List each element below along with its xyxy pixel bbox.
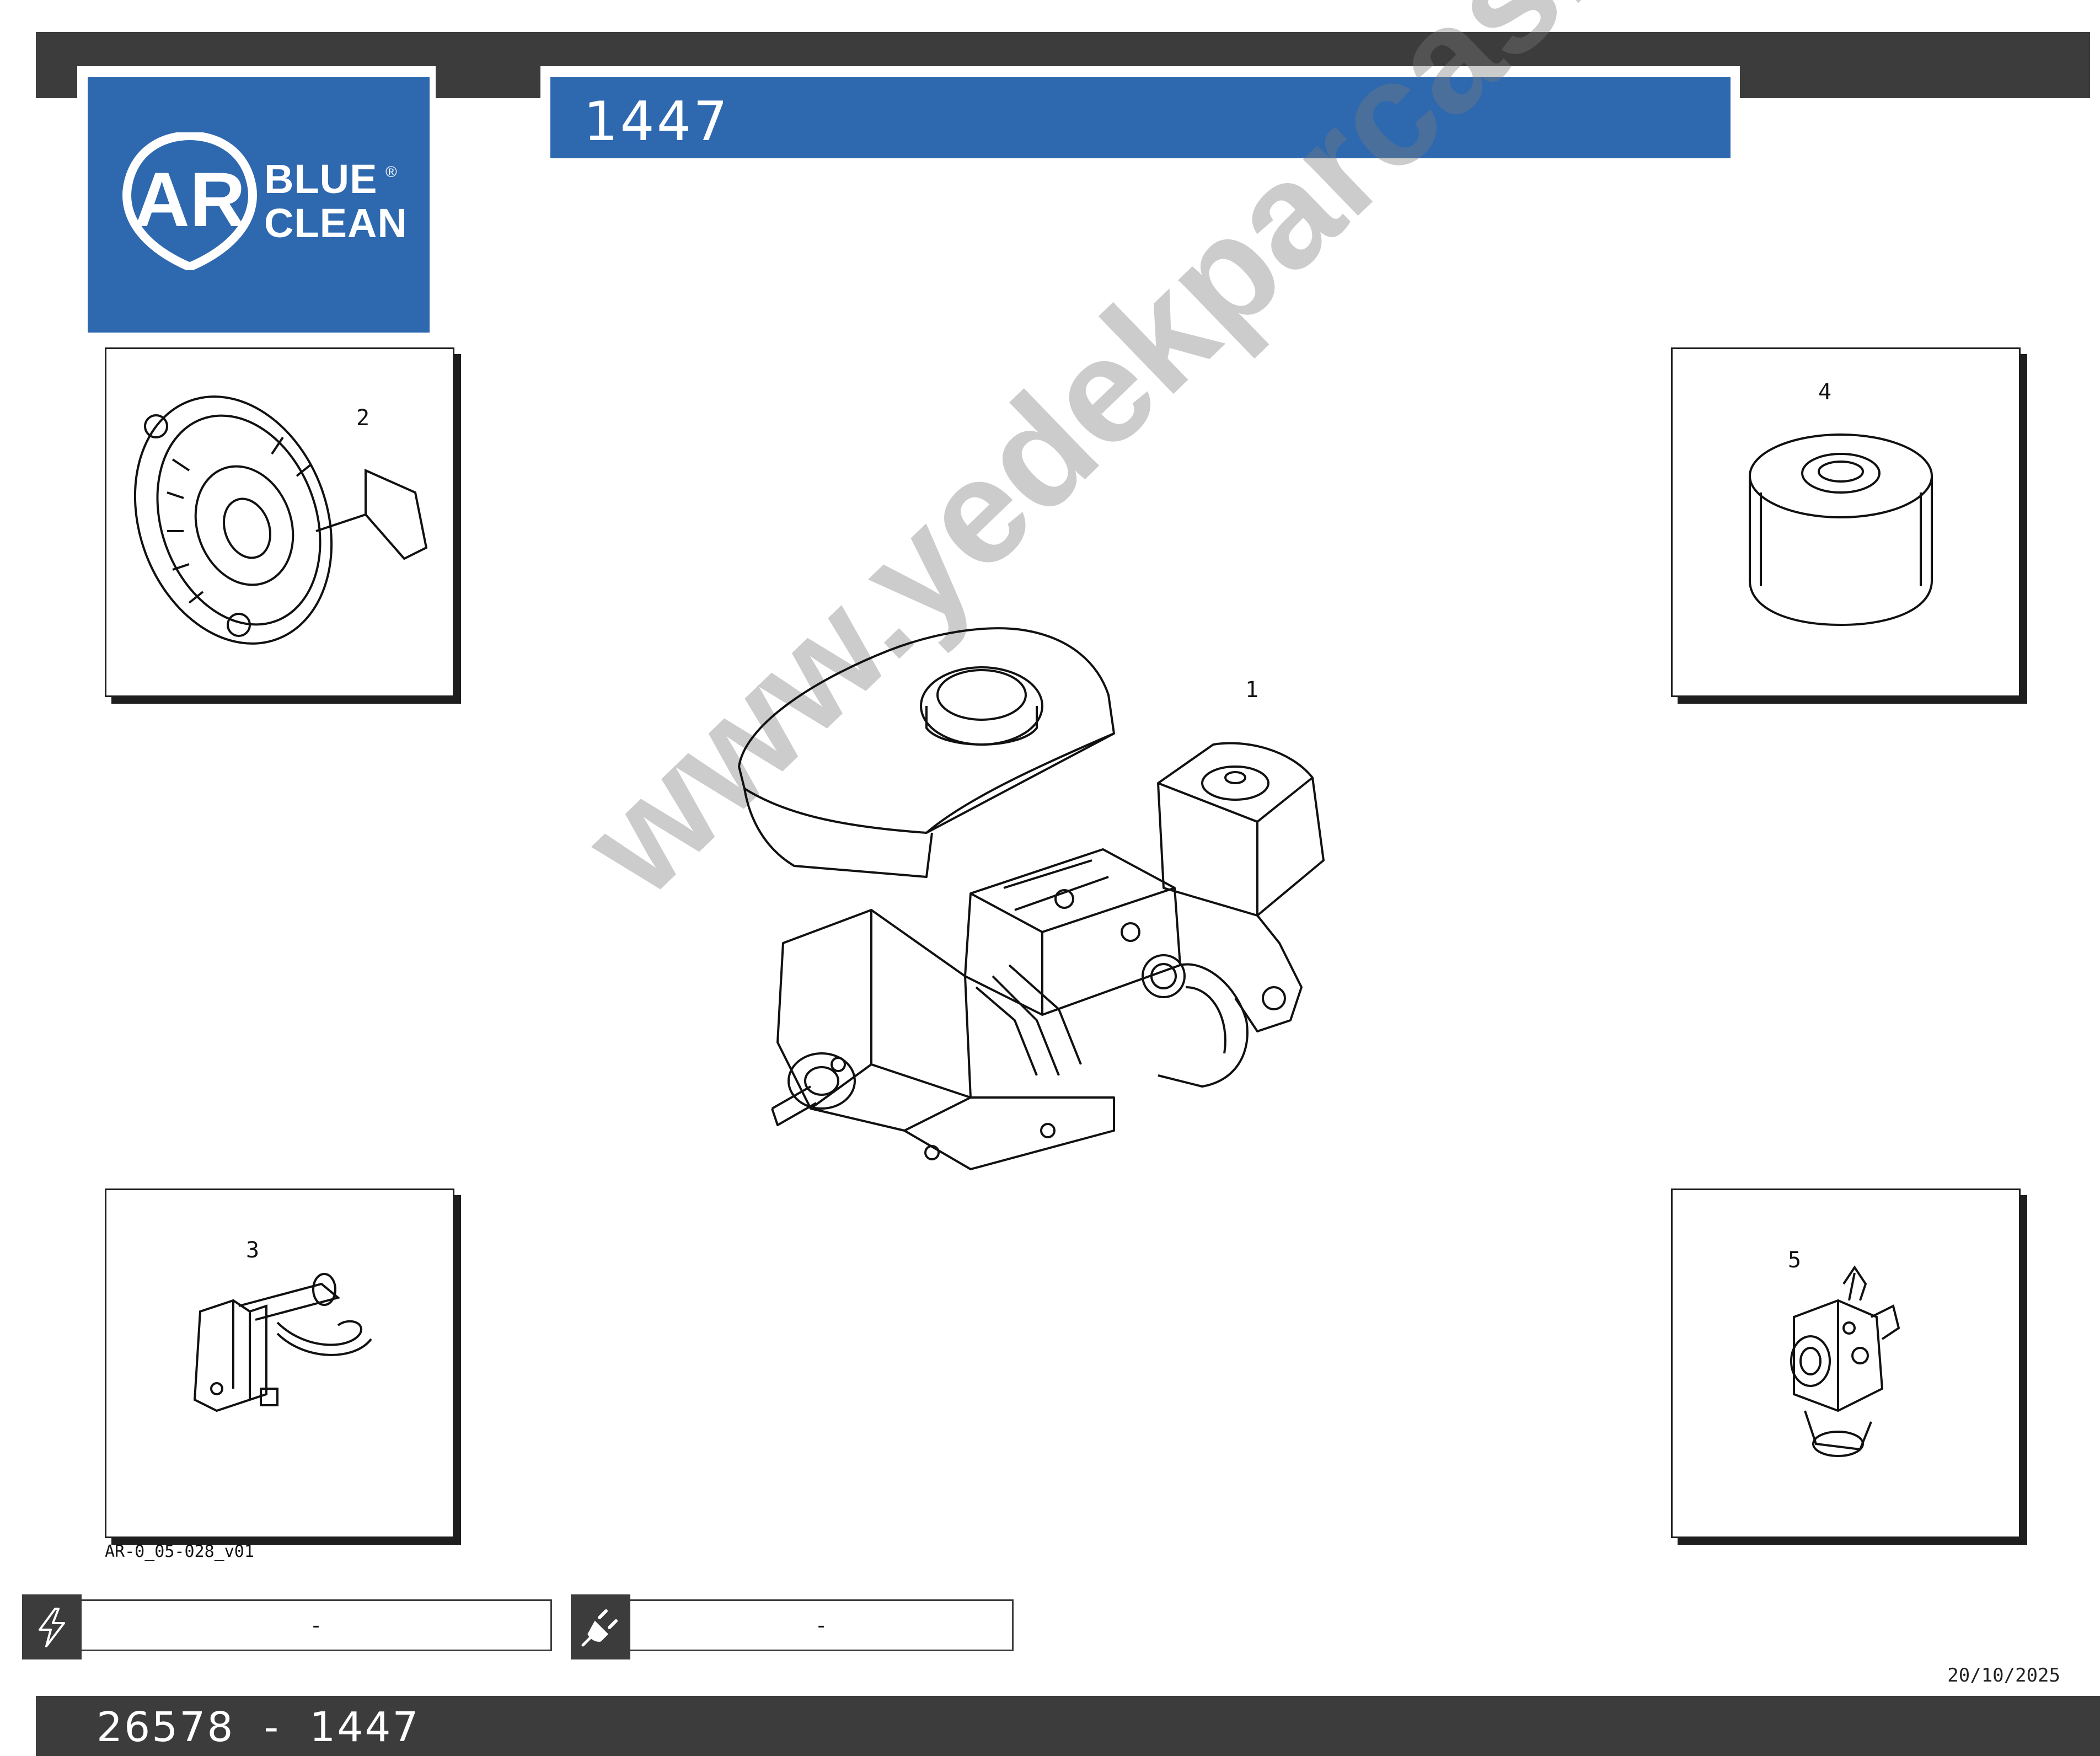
print-date: 20/10/2025 [1947, 1664, 2060, 1687]
inset-carburetor [1671, 1188, 2021, 1538]
callout-3: 3 [246, 1238, 260, 1263]
ar-logo-icon: AR [122, 132, 257, 270]
inset-fuel-valve [105, 1188, 454, 1538]
svg-text:AR: AR [134, 156, 245, 243]
electrical-tab [22, 1594, 82, 1659]
plug-tab [571, 1594, 630, 1659]
lightning-icon [39, 1608, 65, 1647]
callout-4: 4 [1818, 379, 1832, 405]
logo-text-blue: BLUE [264, 156, 378, 202]
footer-bar: 26578 - 1447 [36, 1696, 2100, 1756]
drawing-reference: AR-0_05-028_v01 [105, 1542, 254, 1561]
callout-5: 5 [1788, 1248, 1802, 1273]
inset-air-filter [1671, 347, 2021, 697]
electrical-field: - [22, 1594, 552, 1659]
fuel-valve-drawing [193, 1273, 372, 1412]
carburetor-drawing [1790, 1265, 1900, 1457]
air-filter-drawing [1749, 433, 1933, 627]
engine-illustration [738, 627, 1325, 1170]
plug-icon [581, 1609, 618, 1647]
footer-text: 26578 - 1447 [97, 1704, 420, 1751]
plug-field: - [571, 1594, 1014, 1659]
title-banner: 1447 [550, 77, 1731, 158]
inset-recoil-starter [105, 347, 454, 697]
callout-1: 1 [1245, 677, 1259, 703]
registered-mark: ® [385, 163, 397, 180]
plug-value: - [817, 1613, 825, 1637]
brand-logo: AR BLUE CLEAN ® [88, 77, 430, 333]
recoil-starter-drawing [133, 395, 428, 645]
callout-2: 2 [356, 405, 370, 431]
page-title: 1447 [583, 90, 730, 153]
electrical-value: - [312, 1613, 320, 1637]
logo-text-clean: CLEAN [264, 200, 408, 246]
